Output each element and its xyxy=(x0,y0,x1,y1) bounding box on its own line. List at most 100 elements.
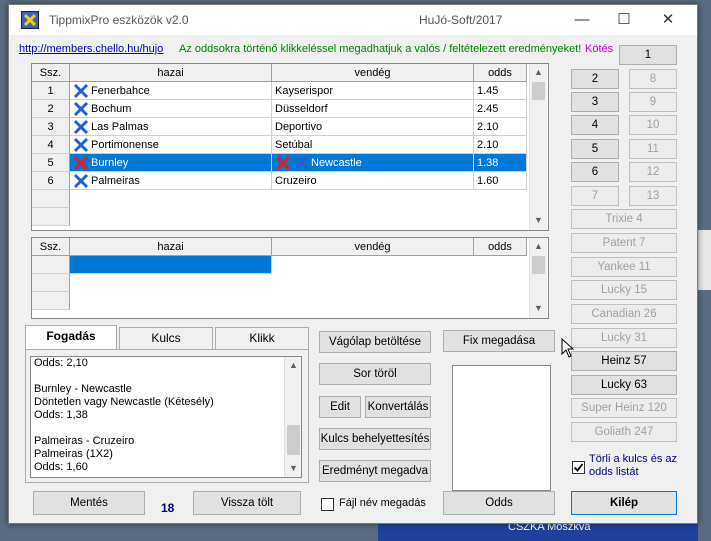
fix-listbox[interactable] xyxy=(452,365,551,491)
table-row[interactable]: 2 Bochum Düsseldorf 2.45 xyxy=(32,100,527,118)
key-substitute-button[interactable]: Kulcs behelyettesítés xyxy=(319,428,431,450)
home-cell[interactable]: Burnley xyxy=(70,154,272,172)
memo-scrollbar[interactable]: ▲ ▼ xyxy=(284,357,301,477)
number-button-1[interactable]: 1 xyxy=(619,45,677,65)
exit-button[interactable]: Kilép xyxy=(571,491,677,515)
away-cell[interactable]: Deportivo xyxy=(272,118,474,136)
system-button-canadian[interactable]: Canadian 26 xyxy=(571,304,677,324)
col-header-vendeg[interactable]: vendég xyxy=(272,64,474,82)
table-row[interactable]: 3 Las Palmas Deportivo 2.10 xyxy=(32,118,527,136)
table-row-empty[interactable] xyxy=(32,190,527,208)
odds-cell[interactable]: 1.38 xyxy=(474,154,527,172)
table-row-empty[interactable] xyxy=(32,292,527,310)
filename-checkbox[interactable] xyxy=(321,498,334,511)
system-button-trixie[interactable]: Trixie 4 xyxy=(571,209,677,229)
home-cell[interactable]: Palmeiras xyxy=(70,172,272,190)
col-header-odds[interactable]: odds xyxy=(474,238,527,256)
save-button[interactable]: Mentés xyxy=(33,491,145,515)
scroll-thumb[interactable] xyxy=(532,82,545,100)
col-header-ssz[interactable]: Ssz. xyxy=(32,64,70,82)
scroll-down-icon[interactable]: ▼ xyxy=(530,212,547,229)
home-cell[interactable]: Fenerbahce xyxy=(70,82,272,100)
table-row[interactable]: 6 Palmeiras Cruzeiro 1.60 xyxy=(32,172,527,190)
odds-cell[interactable]: 2.10 xyxy=(474,136,527,154)
number-button-8[interactable]: 8 xyxy=(629,69,677,89)
scroll-up-icon[interactable]: ▲ xyxy=(530,238,547,255)
number-button-2[interactable]: 2 xyxy=(571,69,619,89)
selection-grid[interactable]: Ssz. hazai vendég odds ▲ ▼ xyxy=(31,237,549,319)
number-button-13[interactable]: 13 xyxy=(629,186,677,206)
system-button-yankee[interactable]: Yankee 11 xyxy=(571,257,677,277)
result-button[interactable]: Eredményt megadva xyxy=(319,460,431,482)
col-header-odds[interactable]: odds xyxy=(474,64,527,82)
scroll-down-icon[interactable]: ▼ xyxy=(285,460,301,477)
maximize-button[interactable]: ☐ xyxy=(609,9,639,31)
odds-cell[interactable]: 1.45 xyxy=(474,82,527,100)
system-button-lucky31[interactable]: Lucky 31 xyxy=(571,328,677,348)
home-cell[interactable]: Portimonense xyxy=(70,136,272,154)
home-cell[interactable]: Bochum xyxy=(70,100,272,118)
reload-button[interactable]: Vissza tölt xyxy=(193,491,301,515)
table-row-empty[interactable] xyxy=(32,208,527,226)
system-button-lucky63[interactable]: Lucky 63 xyxy=(571,375,677,395)
number-button-7[interactable]: 7 xyxy=(571,186,619,206)
system-button-goliath[interactable]: Goliath 247 xyxy=(571,422,677,442)
clear-checkbox-label[interactable]: Törli a kulcs és az odds listát xyxy=(589,453,689,479)
away-cell[interactable]: Setúbal xyxy=(272,136,474,154)
tab-kulcs[interactable]: Kulcs xyxy=(119,327,213,349)
table-row-empty[interactable] xyxy=(32,256,527,274)
tab-fogadas[interactable]: Fogadás xyxy=(25,325,117,349)
home-cell[interactable]: Las Palmas xyxy=(70,118,272,136)
matches-grid[interactable]: Ssz. hazai vendég odds 1 Fenerbahce Kays… xyxy=(31,63,549,231)
number-button-12[interactable]: 12 xyxy=(629,162,677,182)
odds-cell[interactable]: 2.10 xyxy=(474,118,527,136)
odds-button[interactable]: Odds xyxy=(443,491,555,515)
odds-cell[interactable]: 2.45 xyxy=(474,100,527,118)
away-cell[interactable]: Düsseldorf xyxy=(272,100,474,118)
table-row[interactable]: 4 Portimonense Setúbal 2.10 xyxy=(32,136,527,154)
system-button-patent[interactable]: Patent 7 xyxy=(571,233,677,253)
table-row-selected[interactable]: 5 Burnley Newcastle 1.38 xyxy=(32,154,527,172)
scroll-down-icon[interactable]: ▼ xyxy=(530,300,547,317)
number-button-3[interactable]: 3 xyxy=(571,92,619,112)
clipboard-load-button[interactable]: Vágólap betöltése xyxy=(319,331,431,353)
away-cell[interactable]: Cruzeiro xyxy=(272,172,474,190)
bet-memo[interactable]: Odds: 2,10 Burnley - Newcastle Döntetlen… xyxy=(30,356,302,478)
number-button-10[interactable]: 10 xyxy=(629,115,677,135)
table-row[interactable]: 1 Fenerbahce Kayserispor 1.45 xyxy=(32,82,527,100)
delete-row-button[interactable]: Sor töröl xyxy=(319,363,431,385)
scroll-thumb[interactable] xyxy=(287,425,300,455)
away-cell[interactable]: Kayserispor xyxy=(272,82,474,100)
number-button-11[interactable]: 11 xyxy=(629,139,677,159)
system-button-heinz[interactable]: Heinz 57 xyxy=(571,351,677,371)
system-button-super-heinz[interactable]: Super Heinz 120 xyxy=(571,398,677,418)
table-row-empty[interactable] xyxy=(32,274,527,292)
number-button-6[interactable]: 6 xyxy=(571,162,619,182)
minimize-button[interactable]: — xyxy=(567,9,597,31)
edit-button[interactable]: Edit xyxy=(319,396,361,418)
homepage-link[interactable]: http://members.chello.hu/hujo xyxy=(19,43,163,55)
away-cell[interactable]: Newcastle xyxy=(272,154,474,172)
system-button-lucky15[interactable]: Lucky 15 xyxy=(571,280,677,300)
number-button-9[interactable]: 9 xyxy=(629,92,677,112)
col-header-vendeg[interactable]: vendég xyxy=(272,238,474,256)
home-cell-focused[interactable] xyxy=(70,256,272,274)
col-header-hazai[interactable]: hazai xyxy=(70,238,272,256)
scroll-up-icon[interactable]: ▲ xyxy=(530,64,547,81)
odds-cell[interactable]: 1.60 xyxy=(474,172,527,190)
filename-checkbox-label[interactable]: Fájl név megadás xyxy=(339,497,426,509)
title-bar[interactable]: TippmixPro eszközök v2.0 HuJó-Soft/2017 … xyxy=(9,5,697,35)
col-header-hazai[interactable]: hazai xyxy=(70,64,272,82)
number-button-5[interactable]: 5 xyxy=(571,139,619,159)
convert-button[interactable]: Konvertálás xyxy=(365,396,431,418)
close-button[interactable]: ✕ xyxy=(653,9,683,31)
tab-klikk[interactable]: Klikk xyxy=(215,327,309,349)
fix-button[interactable]: Fix megadása xyxy=(443,330,555,352)
grid-scrollbar[interactable]: ▲ ▼ xyxy=(529,64,547,230)
clear-checkbox[interactable] xyxy=(572,461,585,474)
grid-scrollbar[interactable]: ▲ ▼ xyxy=(529,238,547,318)
col-header-ssz[interactable]: Ssz. xyxy=(32,238,70,256)
scroll-thumb[interactable] xyxy=(532,256,545,274)
number-button-4[interactable]: 4 xyxy=(571,115,619,135)
scroll-up-icon[interactable]: ▲ xyxy=(285,357,301,374)
